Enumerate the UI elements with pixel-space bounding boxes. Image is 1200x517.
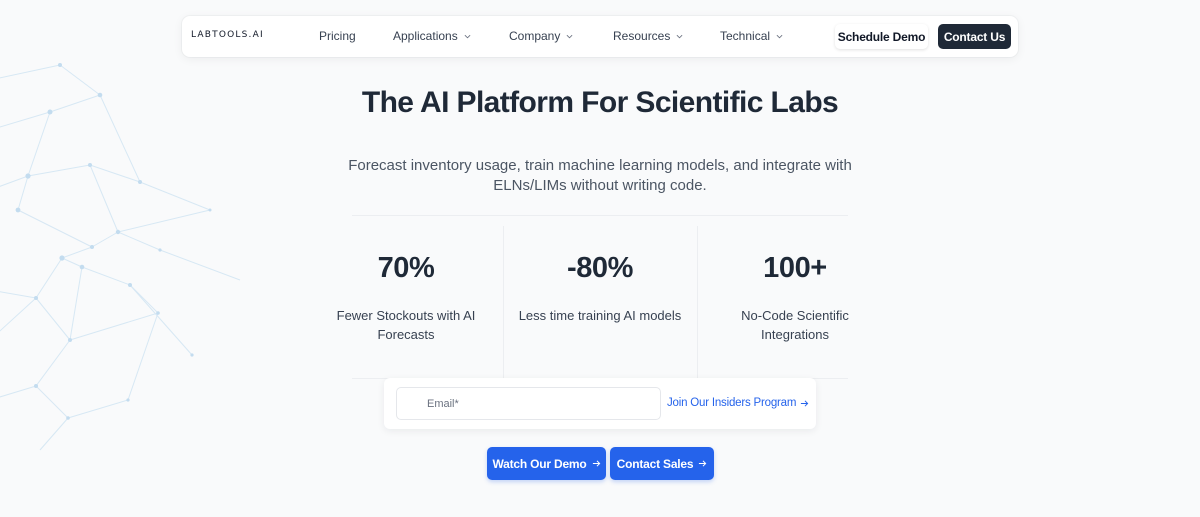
arrow-right-icon — [801, 399, 809, 407]
stat-value: -80% — [566, 252, 634, 284]
nav-technical[interactable]: Technical — [720, 29, 783, 43]
contact-us-button[interactable]: Contact Us — [938, 24, 1011, 49]
stat-value: 100+ — [763, 252, 827, 284]
contact-sales-button[interactable]: Contact Sales — [610, 447, 714, 480]
nav-applications[interactable]: Applications — [393, 29, 471, 43]
divider-top — [352, 215, 848, 216]
nav-company-label: Company — [509, 29, 561, 43]
nav-resources[interactable]: Resources — [613, 29, 683, 43]
nav-pricing[interactable]: Pricing — [319, 29, 356, 43]
stat-label: Less time training AI models — [518, 308, 682, 323]
chevron-down-icon — [776, 34, 783, 38]
nav-pricing-label: Pricing — [319, 29, 356, 43]
email-input[interactable] — [396, 387, 661, 420]
page: LABTOOLS.AI Pricing Applications Company… — [0, 0, 1200, 517]
stat-integrations: 100+ No-Code Scientific Integrations — [698, 226, 892, 376]
logo[interactable]: LABTOOLS.AI — [191, 30, 264, 40]
stat-value: 70% — [377, 252, 435, 284]
join-insiders-link[interactable]: Join Our Insiders Program — [667, 397, 809, 409]
page-title: The AI Platform For Scientific Labs — [361, 86, 839, 119]
schedule-demo-button[interactable]: Schedule Demo — [835, 24, 928, 49]
nav-applications-label: Applications — [393, 29, 458, 43]
arrow-right-icon — [592, 460, 600, 467]
insiders-signup-form: Join Our Insiders Program — [384, 378, 816, 429]
nav-technical-label: Technical — [720, 29, 771, 43]
stat-label: No-Code Scientific Integrations — [741, 308, 849, 342]
chevron-down-icon — [464, 34, 471, 38]
chevron-down-icon — [566, 34, 573, 38]
join-insiders-label: Join Our Insiders Program — [667, 397, 797, 409]
stat-training-time: -80% Less time training AI models — [503, 226, 697, 376]
hero-subtitle: Forecast inventory usage, train machine … — [348, 157, 852, 194]
watch-demo-label: Watch Our Demo — [492, 456, 587, 471]
arrow-right-icon — [699, 460, 707, 467]
stat-label: Fewer Stockouts with AI Forecasts — [336, 308, 476, 342]
nav-resources-label: Resources — [613, 29, 671, 43]
stat-stockouts: 70% Fewer Stockouts with AI Forecasts — [309, 226, 503, 376]
contact-sales-label: Contact Sales — [616, 456, 694, 471]
chevron-down-icon — [676, 34, 683, 38]
nav-company[interactable]: Company — [509, 29, 573, 43]
watch-demo-button[interactable]: Watch Our Demo — [487, 447, 606, 480]
navbar: LABTOOLS.AI Pricing Applications Company… — [182, 16, 1018, 57]
